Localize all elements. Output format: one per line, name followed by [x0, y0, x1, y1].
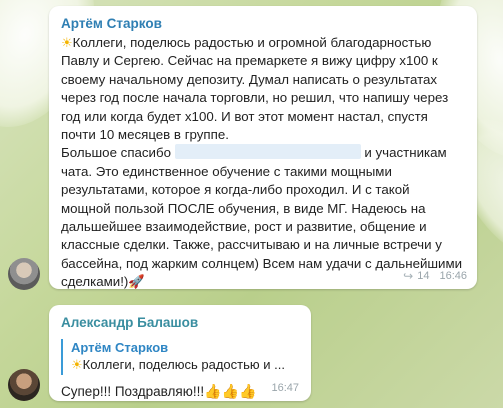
sun-icon: ☀ — [71, 357, 83, 372]
rocket-icon: 🚀 — [128, 274, 145, 290]
message-text: Супер!!! Поздравляю!!!👍👍👍 — [61, 383, 257, 399]
message-time: 16:47 — [271, 382, 299, 394]
reply-author: Артём Старков — [71, 340, 169, 355]
reply-text: ☀Коллеги, поделюсь радостью и ... — [71, 357, 285, 372]
sun-icon: ☀ — [61, 35, 73, 50]
reply-quote[interactable]: Артём Старков ☀Коллеги, поделюсь радость… — [61, 339, 299, 375]
message-author[interactable]: Александр Балашов — [61, 314, 299, 332]
view-count: 14 — [417, 270, 430, 282]
message-time: 16:46 — [439, 270, 467, 282]
avatar[interactable] — [8, 369, 40, 401]
avatar[interactable] — [8, 258, 40, 290]
message-author[interactable]: Артём Старков — [61, 15, 465, 33]
message-bubble[interactable]: Артём Старков ☀Коллеги, поделюсь радость… — [49, 6, 477, 289]
share-icon[interactable]: ↪ — [403, 269, 413, 283]
message-bubble[interactable]: Александр Балашов Артём Старков ☀Коллеги… — [49, 305, 311, 401]
redacted-mention — [174, 144, 361, 160]
message-text: ☀Коллеги, поделюсь радостью и огромной б… — [61, 35, 463, 290]
thumbs-up-icon: 👍👍👍 — [204, 383, 257, 399]
message-meta: ↪ 14 16:46 — [403, 269, 467, 283]
